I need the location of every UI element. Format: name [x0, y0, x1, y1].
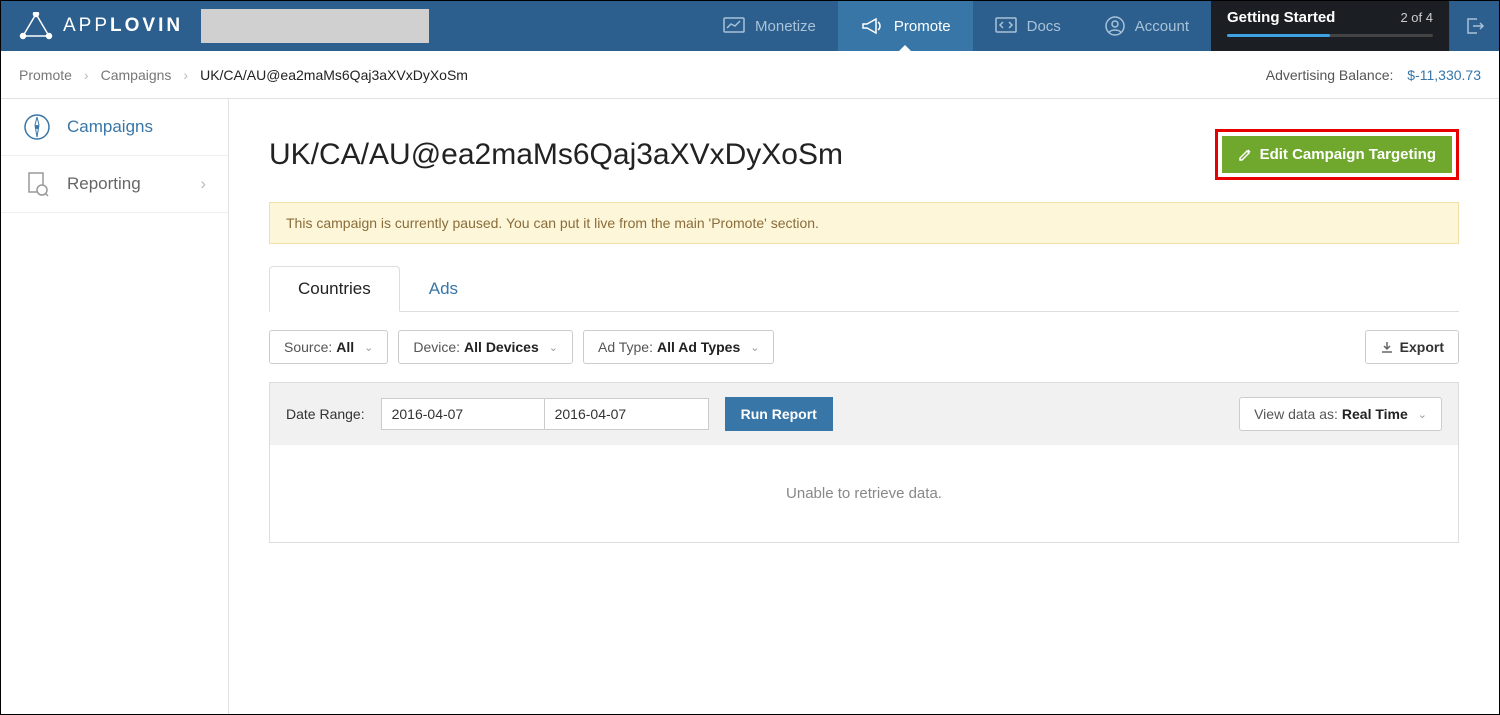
- filter-label: Source:: [284, 339, 332, 355]
- advertising-balance: Advertising Balance: $-11,330.73: [1266, 67, 1481, 83]
- filter-value: All Devices: [464, 339, 539, 355]
- megaphone-icon: [860, 16, 884, 36]
- nav-docs[interactable]: Docs: [973, 1, 1083, 51]
- button-label: Export: [1400, 339, 1444, 355]
- exit-button[interactable]: [1449, 1, 1499, 51]
- chevron-down-icon: ⌄: [1418, 408, 1427, 421]
- getting-started-panel[interactable]: Getting Started 2 of 4: [1211, 1, 1449, 51]
- filter-label: View data as:: [1254, 406, 1338, 422]
- filters-row: Source: All ⌄ Device: All Devices ⌄ Ad T…: [269, 312, 1459, 382]
- balance-amount: $-11,330.73: [1407, 67, 1481, 83]
- nav-label: Docs: [1027, 18, 1061, 35]
- nav-account[interactable]: Account: [1083, 1, 1211, 51]
- code-icon: [995, 17, 1017, 35]
- edit-campaign-targeting-button[interactable]: Edit Campaign Targeting: [1222, 136, 1452, 173]
- filter-value: All: [336, 339, 354, 355]
- top-nav: Monetize Promote Docs Account Getting St…: [701, 1, 1499, 51]
- page-title: UK/CA/AU@ea2maMs6Qaj3aXVxDyXoSm: [269, 138, 843, 172]
- user-icon: [1105, 16, 1125, 36]
- breadcrumb-root[interactable]: Promote: [19, 67, 72, 83]
- compass-icon: [23, 113, 51, 141]
- main: Campaigns Reporting › UK/CA/AU@ea2maMs6Q…: [1, 99, 1499, 714]
- search-input[interactable]: [201, 9, 429, 43]
- content: UK/CA/AU@ea2maMs6Qaj3aXVxDyXoSm Edit Cam…: [229, 99, 1499, 714]
- view-data-as: View data as: Real Time ⌄: [1239, 397, 1442, 431]
- report-body: Unable to retrieve data.: [270, 445, 1458, 542]
- date-to-input[interactable]: [545, 398, 709, 430]
- chevron-down-icon: ⌄: [364, 341, 373, 354]
- adtype-filter[interactable]: Ad Type: All Ad Types ⌄: [583, 330, 774, 364]
- sidebar-item-campaigns[interactable]: Campaigns: [1, 99, 228, 156]
- sub-header: Promote › Campaigns › UK/CA/AU@ea2maMs6Q…: [1, 51, 1499, 99]
- report-panel: Date Range: Run Report View data as: Rea…: [269, 382, 1459, 543]
- breadcrumb-campaigns[interactable]: Campaigns: [101, 67, 172, 83]
- date-range-inputs: [381, 398, 709, 430]
- top-bar: APPLOVIN Monetize Promote Docs Account G…: [1, 1, 1499, 51]
- device-filter[interactable]: Device: All Devices ⌄: [398, 330, 573, 364]
- chevron-right-icon: ›: [84, 67, 89, 83]
- nav-monetize[interactable]: Monetize: [701, 1, 838, 51]
- nav-label: Account: [1135, 18, 1189, 35]
- breadcrumb: Promote › Campaigns › UK/CA/AU@ea2maMs6Q…: [19, 67, 468, 83]
- tabs: Countries Ads: [269, 266, 1459, 312]
- getting-started-count: 2 of 4: [1400, 10, 1433, 25]
- download-icon: [1380, 340, 1394, 354]
- chevron-right-icon: ›: [200, 174, 206, 194]
- chevron-right-icon: ›: [183, 67, 188, 83]
- logo[interactable]: APPLOVIN: [1, 12, 183, 40]
- tab-countries[interactable]: Countries: [269, 266, 400, 312]
- sidebar-item-label: Campaigns: [67, 117, 153, 137]
- pencil-icon: [1238, 148, 1252, 162]
- sidebar: Campaigns Reporting ›: [1, 99, 229, 714]
- export-button[interactable]: Export: [1365, 330, 1459, 364]
- filter-value: Real Time: [1342, 406, 1408, 422]
- source-filter[interactable]: Source: All ⌄: [269, 330, 388, 364]
- date-range-label: Date Range:: [286, 406, 365, 422]
- button-label: Edit Campaign Targeting: [1260, 146, 1436, 163]
- logo-text: APPLOVIN: [63, 15, 183, 37]
- nav-promote[interactable]: Promote: [838, 1, 973, 51]
- page-header: UK/CA/AU@ea2maMs6Qaj3aXVxDyXoSm Edit Cam…: [269, 129, 1459, 180]
- filter-label: Device:: [413, 339, 460, 355]
- highlight-box: Edit Campaign Targeting: [1215, 129, 1459, 180]
- breadcrumb-current: UK/CA/AU@ea2maMs6Qaj3aXVxDyXoSm: [200, 67, 468, 83]
- sidebar-item-label: Reporting: [67, 174, 141, 194]
- filter-value: All Ad Types: [657, 339, 740, 355]
- getting-started-label: Getting Started: [1227, 9, 1335, 26]
- logo-icon: [19, 12, 53, 40]
- chevron-down-icon: ⌄: [750, 341, 759, 354]
- progress-bar: [1227, 34, 1433, 37]
- paused-alert: This campaign is currently paused. You c…: [269, 202, 1459, 244]
- view-data-as-select[interactable]: View data as: Real Time ⌄: [1239, 397, 1442, 431]
- report-icon: [23, 170, 51, 198]
- run-report-button[interactable]: Run Report: [725, 397, 833, 431]
- filter-label: Ad Type:: [598, 339, 653, 355]
- balance-label: Advertising Balance:: [1266, 67, 1394, 83]
- date-from-input[interactable]: [381, 398, 545, 430]
- report-header: Date Range: Run Report View data as: Rea…: [270, 383, 1458, 445]
- chevron-down-icon: ⌄: [549, 341, 558, 354]
- exit-icon: [1465, 16, 1485, 36]
- sidebar-item-reporting[interactable]: Reporting ›: [1, 156, 228, 213]
- chart-icon: [723, 17, 745, 35]
- nav-label: Monetize: [755, 18, 816, 35]
- tab-ads[interactable]: Ads: [400, 266, 487, 312]
- nav-label: Promote: [894, 18, 951, 35]
